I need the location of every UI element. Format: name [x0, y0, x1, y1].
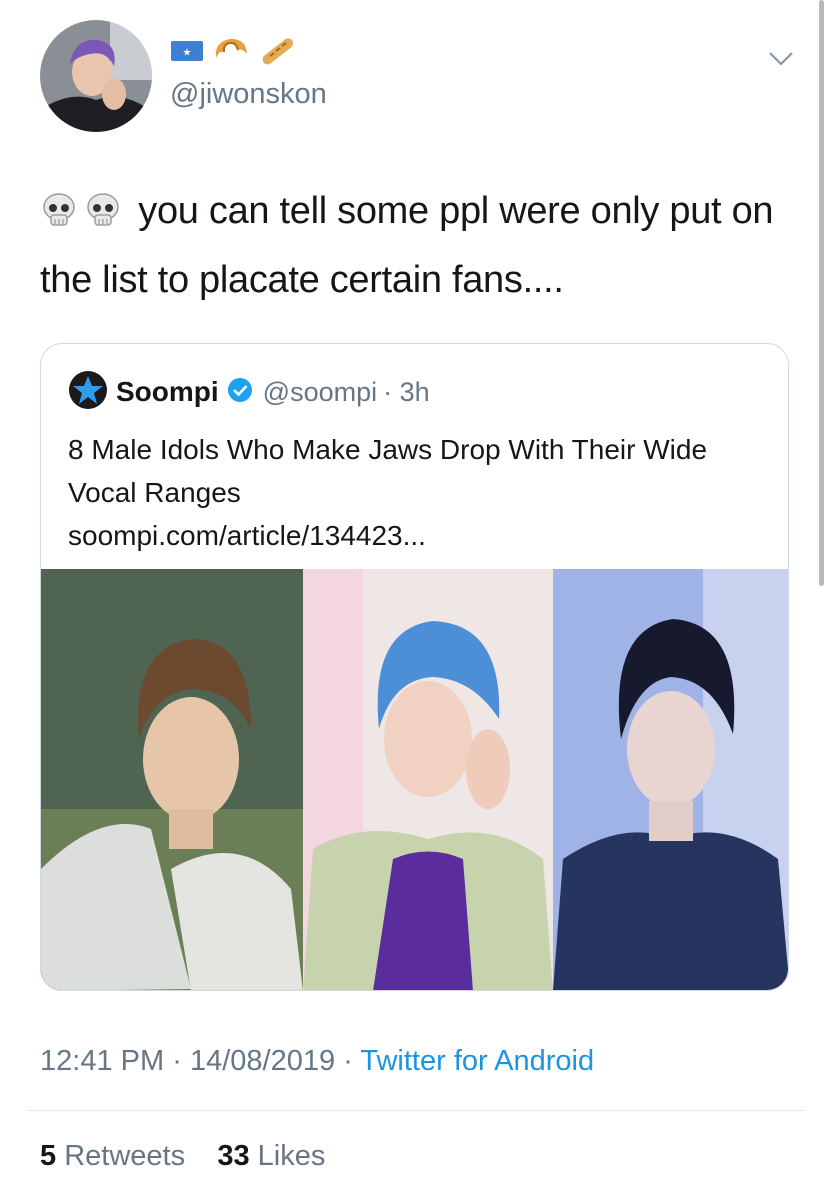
media-photo-center: [303, 569, 553, 990]
tweet-text: you can tell some ppl were only put on t…: [40, 190, 774, 301]
chevron-down-icon[interactable]: [768, 50, 794, 73]
skull-icon: [84, 186, 122, 249]
quoted-tweet-header: Soompi @soompi · 3h: [68, 370, 430, 415]
author-emoji-row: ★: [170, 34, 296, 73]
tweet-meta: 12:41 PM · 14/08/2019 · Twitter for Andr…: [40, 1045, 594, 1078]
likes-label: Likes: [257, 1140, 326, 1172]
quoted-media-collage[interactable]: [41, 569, 788, 990]
quoted-timestamp: · 3h: [383, 376, 430, 407]
media-photo-left: [41, 569, 303, 990]
tweet-stats: 5 Retweets 33 Likes: [40, 1140, 325, 1173]
flag-icon: ★: [170, 39, 204, 68]
verified-badge-icon: [227, 377, 253, 408]
svg-text:★: ★: [183, 48, 192, 59]
avatar[interactable]: [40, 20, 152, 132]
media-photo-right: [553, 569, 788, 990]
quoted-author-name[interactable]: Soompi: [116, 376, 219, 408]
tweet-source-link[interactable]: Twitter for Android: [360, 1045, 594, 1077]
croissant-icon: [212, 34, 250, 73]
scrollbar[interactable]: [819, 0, 824, 586]
meta-separator: ·: [172, 1045, 182, 1077]
quoted-tweet-card[interactable]: Soompi @soompi · 3h 8 Male Idols Who Mak…: [40, 343, 789, 991]
quoted-author-handle[interactable]: @soompi: [263, 377, 377, 408]
author-handle[interactable]: @jiwonskon: [170, 78, 327, 111]
tweet-time: 12:41 PM: [40, 1045, 165, 1077]
likes-count: 33: [217, 1140, 250, 1172]
likes-stat[interactable]: 33 Likes: [217, 1140, 325, 1172]
quoted-tweet-title: 8 Male Idols Who Make Jaws Drop With The…: [68, 434, 708, 508]
skull-icon: [40, 186, 78, 249]
divider: [28, 1110, 804, 1111]
tweet-date: 14/08/2019: [189, 1045, 336, 1077]
meta-separator: ·: [343, 1045, 353, 1077]
retweets-label: Retweets: [64, 1140, 186, 1172]
quoted-tweet-link[interactable]: soompi.com/article/134423...: [68, 516, 426, 556]
soompi-logo-icon: [68, 370, 108, 415]
retweets-stat[interactable]: 5 Retweets: [40, 1140, 185, 1172]
retweets-count: 5: [40, 1140, 57, 1172]
tweet-body: you can tell some ppl were only put on t…: [40, 180, 800, 312]
baguette-icon: [258, 34, 296, 73]
